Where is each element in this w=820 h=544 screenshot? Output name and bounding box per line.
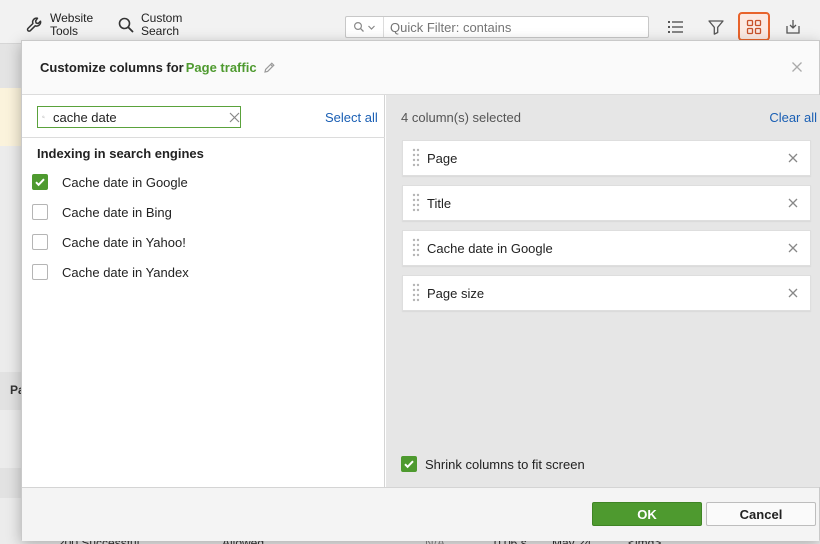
option-label: Cache date in Yahoo! xyxy=(62,234,186,250)
remove-column-icon[interactable] xyxy=(776,231,810,265)
grid-icon xyxy=(746,19,762,34)
quick-filter-input[interactable] xyxy=(384,17,648,37)
wrench-icon xyxy=(26,17,42,32)
search-icon xyxy=(118,17,134,33)
select-all-link[interactable]: Select all xyxy=(325,110,378,125)
drag-handle-icon[interactable] xyxy=(403,192,427,214)
selected-column-label: Page size xyxy=(427,285,485,301)
divider xyxy=(22,137,385,138)
selected-count: 4 column(s) selected xyxy=(401,110,521,125)
option-label: Cache date in Yandex xyxy=(62,264,189,280)
ok-button[interactable]: OK xyxy=(592,502,702,526)
checkbox-checked[interactable] xyxy=(401,456,417,472)
option-label: Cache date in Bing xyxy=(62,204,172,220)
clear-all-link[interactable]: Clear all xyxy=(769,110,817,125)
shrink-columns-label: Shrink columns to fit screen xyxy=(425,456,585,472)
dialog-title: Customize columns for Page traffic xyxy=(40,60,276,75)
checkbox[interactable] xyxy=(32,204,48,220)
download-icon xyxy=(786,20,800,34)
funnel-icon xyxy=(708,20,724,35)
option-cache-date-yandex[interactable]: Cache date in Yandex xyxy=(32,262,189,282)
app-toolbar: Website Tools Custom Search xyxy=(0,0,820,44)
dialog-title-text: Customize columns for xyxy=(40,60,184,75)
close-icon[interactable] xyxy=(791,61,805,75)
option-cache-date-bing[interactable]: Cache date in Bing xyxy=(32,202,172,222)
checkbox[interactable] xyxy=(32,234,48,250)
column-search-input[interactable] xyxy=(45,108,229,126)
magnifier-icon xyxy=(353,21,364,32)
export-button[interactable] xyxy=(778,13,808,41)
clear-search-icon[interactable] xyxy=(229,112,240,123)
cancel-button[interactable]: Cancel xyxy=(706,502,816,526)
pencil-icon[interactable] xyxy=(263,61,276,74)
remove-column-icon[interactable] xyxy=(776,186,810,220)
dialog-header: Customize columns for Page traffic xyxy=(22,41,819,95)
shrink-columns-option[interactable]: Shrink columns to fit screen xyxy=(401,456,585,472)
dialog-footer: OK Cancel xyxy=(22,487,819,541)
list-view-button[interactable] xyxy=(661,13,691,41)
selected-column-item[interactable]: Page xyxy=(402,140,811,176)
customize-columns-dialog: Customize columns for Page traffic Selec… xyxy=(21,40,820,541)
selected-column-label: Cache date in Google xyxy=(427,240,553,256)
column-search xyxy=(37,106,241,128)
option-cache-date-google[interactable]: Cache date in Google xyxy=(32,172,188,192)
option-label: Cache date in Google xyxy=(62,174,188,190)
remove-column-icon[interactable] xyxy=(776,276,810,310)
custom-search-button[interactable]: Custom Search xyxy=(117,12,182,38)
list-icon xyxy=(668,21,683,33)
filter-button[interactable] xyxy=(701,13,731,41)
chevron-down-icon xyxy=(368,25,375,30)
preset-name[interactable]: Page traffic xyxy=(186,60,257,75)
remove-column-icon[interactable] xyxy=(776,141,810,175)
selected-column-item[interactable]: Cache date in Google xyxy=(402,230,811,266)
available-columns-pane: Select all Indexing in search engines Ca… xyxy=(22,95,385,487)
selected-column-item[interactable]: Page size xyxy=(402,275,811,311)
customize-columns-button[interactable] xyxy=(738,12,770,41)
checkbox-checked[interactable] xyxy=(32,174,48,190)
quick-filter xyxy=(345,16,649,38)
selected-column-item[interactable]: Title xyxy=(402,185,811,221)
group-title: Indexing in search engines xyxy=(37,146,204,161)
drag-handle-icon[interactable] xyxy=(403,147,427,169)
checkmark-icon xyxy=(35,178,45,187)
selected-column-label: Title xyxy=(427,195,452,211)
checkmark-icon xyxy=(404,460,414,469)
drag-handle-icon[interactable] xyxy=(403,237,427,259)
option-cache-date-yahoo[interactable]: Cache date in Yahoo! xyxy=(32,232,186,252)
selected-column-label: Page xyxy=(427,150,458,166)
checkbox[interactable] xyxy=(32,264,48,280)
website-tools-label: Website Tools xyxy=(50,11,94,38)
selected-columns-pane: 4 column(s) selected Clear all Page Titl… xyxy=(386,95,820,487)
quick-filter-mode-dropdown[interactable] xyxy=(346,17,384,37)
website-tools-button[interactable]: Website Tools xyxy=(26,12,93,38)
custom-search-label: Custom Search xyxy=(141,11,183,38)
drag-handle-icon[interactable] xyxy=(403,282,427,304)
